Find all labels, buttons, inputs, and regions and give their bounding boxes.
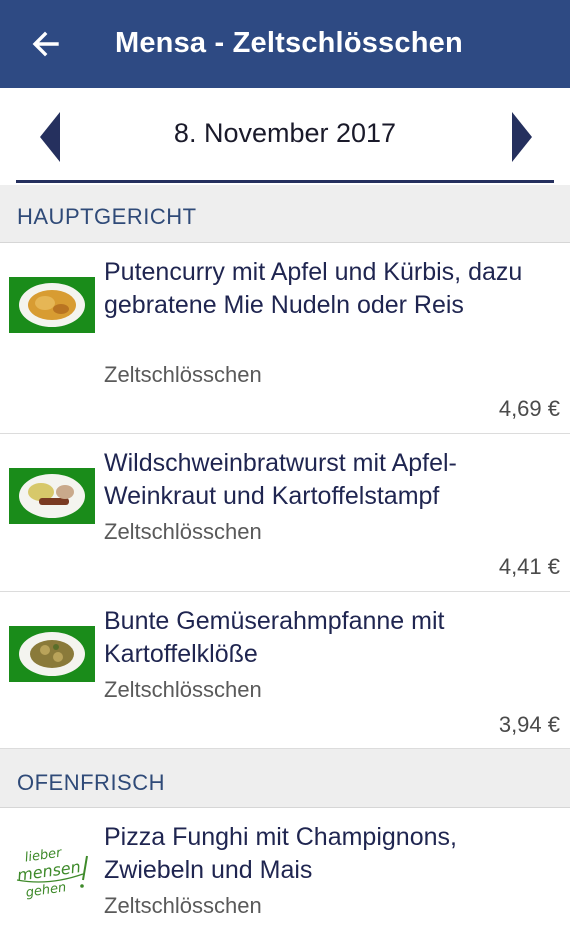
meal-location: Zeltschlösschen (104, 677, 262, 702)
section-header-ofenfrisch: OFENFRISCH (0, 749, 570, 808)
meal-item[interactable]: Wildschweinbratwurst mit Apfel-Weinkraut… (0, 434, 570, 592)
meal-title: Putencurry mit Apfel und Kürbis, dazu ge… (104, 258, 523, 319)
meal-price: 4,69 € (498, 396, 560, 421)
section-label: HAUPTGERICHT (17, 204, 197, 229)
meal-photo (9, 277, 95, 333)
meal-item[interactable]: Bunte Gemüserahmpfanne mit Kartoffelklöß… (0, 592, 570, 749)
meal-price: 3,94 € (498, 712, 560, 737)
meal-item[interactable]: lieber mensen gehen Pizza Funghi mit Cha… (0, 808, 570, 928)
meal-location: Zeltschlösschen (104, 519, 262, 544)
lieber-mensen-gehen-logo: lieber mensen gehen (16, 845, 88, 901)
meal-photo (9, 468, 95, 524)
meal-location: Zeltschlösschen (104, 893, 262, 918)
date-navigator: 8. November 2017 (0, 88, 570, 185)
meal-title: Wildschweinbratwurst mit Apfel-Weinkraut… (104, 449, 457, 510)
meal-photo (9, 626, 95, 682)
next-day-button[interactable] (506, 110, 536, 164)
meal-item[interactable]: Putencurry mit Apfel und Kürbis, dazu ge… (0, 243, 570, 434)
triangle-right-icon (512, 112, 532, 162)
date-underline (16, 180, 554, 183)
meal-location: Zeltschlösschen (104, 362, 262, 387)
current-date: 8. November 2017 (173, 118, 397, 148)
svg-text:gehen: gehen (25, 880, 67, 901)
back-button[interactable] (26, 24, 66, 64)
arrow-left-icon (32, 31, 59, 57)
meal-title: Bunte Gemüserahmpfanne mit Kartoffelklöß… (104, 607, 445, 668)
section-label: OFENFRISCH (17, 770, 165, 795)
page-title: Mensa - Zeltschlösschen (115, 27, 463, 59)
meal-price: 4,41 € (498, 554, 560, 579)
app-bar: Mensa - Zeltschlösschen (0, 0, 570, 88)
meal-title: Pizza Funghi mit Champignons, Zwiebeln u… (104, 823, 457, 884)
section-header-hauptgericht: HAUPTGERICHT (0, 185, 570, 243)
